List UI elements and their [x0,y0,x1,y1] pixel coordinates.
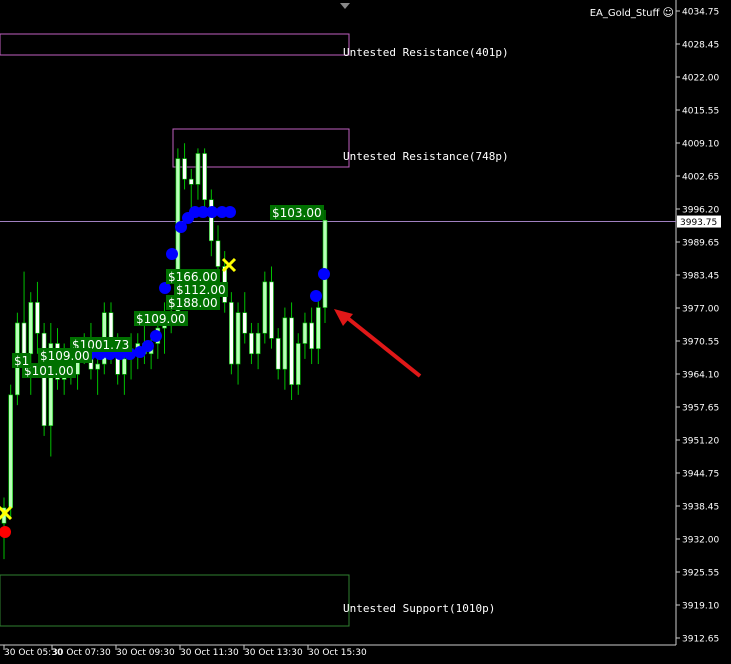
indicator-dot [318,268,330,280]
candle-body [21,322,27,355]
time-tick-label: 30 Oct 07:30 [52,648,111,658]
ea-title-text: EA_Gold_Stuff [589,8,660,19]
candle-body [209,199,214,242]
candle-body [202,153,207,201]
trade-label: $112.00 [176,283,226,297]
price-tick-label: 3964.10 [682,371,719,381]
time-tick-label: 30 Oct 15:30 [308,648,367,658]
zone-label: Untested Resistance(748p) [343,150,509,163]
smiley-icon: ☺ [662,6,674,19]
candle-body [182,158,187,180]
trade-label: $188.00 [168,296,218,310]
candle-body [229,302,234,365]
candle-body [28,302,34,355]
price-tick-label: 3957.65 [682,404,719,414]
candle-body [249,332,254,355]
price-tick-label: 3938.45 [682,503,719,513]
candle-body [235,312,241,365]
trading-chart[interactable]: 4034.75 4028.45 4022.00 4015.55 4009.10 4002.… [0,0,731,664]
candle-body [195,153,201,185]
indicator-dot [166,248,178,260]
price-tick-label: 3989.65 [682,239,719,249]
candle-body [262,281,268,334]
candle-body [316,307,321,349]
indicator-dot [224,206,236,218]
indicator-dot [150,330,162,342]
candle-body [255,332,261,355]
candle-body [269,281,274,339]
price-tick-label: 3970.55 [682,338,719,348]
trade-label: $1 [14,354,29,368]
candle-body [282,317,288,370]
time-tick-label: 30 Oct 13:30 [244,648,303,658]
price-tick-label: 3944.75 [682,470,719,480]
trade-label: $101.00 [24,364,74,378]
time-tick-label: 30 Oct 09:30 [116,648,175,658]
indicator-dot [142,340,154,352]
price-tick-label: 3919.10 [682,602,719,612]
candle-body [309,322,314,349]
trade-label: $109.00 [40,349,90,363]
candle-body [275,338,281,370]
price-tick-label: 4015.55 [682,107,719,117]
candle-body [41,332,47,426]
zone-label: Untested Support(1010p) [343,602,495,615]
candle-body [302,322,308,344]
current-price-value: 3993.75 [680,218,717,228]
trade-label: $109.00 [136,312,186,326]
price-tick-label: 3951.20 [682,437,719,447]
candle-body [95,363,100,370]
indicator-dot [310,290,322,302]
candle-body [35,302,40,334]
price-tick-label: 3996.20 [682,206,719,216]
price-tick-label: 3983.45 [682,272,719,282]
price-tick-label: 4028.45 [682,41,719,51]
time-tick-label: 30 Oct 11:30 [180,648,239,658]
candle-body [295,343,301,385]
candle-body [289,317,294,385]
candle-body [322,219,328,308]
price-tick-label: 4009.10 [682,140,719,150]
trade-label: $166.00 [168,270,218,284]
candle-body [215,240,221,267]
candle-body [188,178,194,185]
price-tick-label: 3932.00 [682,536,719,546]
candle-body [122,358,127,375]
candle-body [8,394,13,509]
price-tick-label: 3925.55 [682,569,719,579]
zone-label: Untested Resistance(401p) [343,46,509,59]
price-tick-label: 4034.75 [682,8,719,18]
ea-title: EA_Gold_Stuff ☺ [590,6,674,19]
price-tick-label: 4022.00 [682,74,719,84]
trade-label: $103.00 [272,206,322,220]
price-tick-label: 3977.00 [682,305,719,315]
price-tick-label: 4002.65 [682,173,719,183]
candle-body [242,312,248,334]
price-tick-label: 3912.65 [682,635,719,645]
